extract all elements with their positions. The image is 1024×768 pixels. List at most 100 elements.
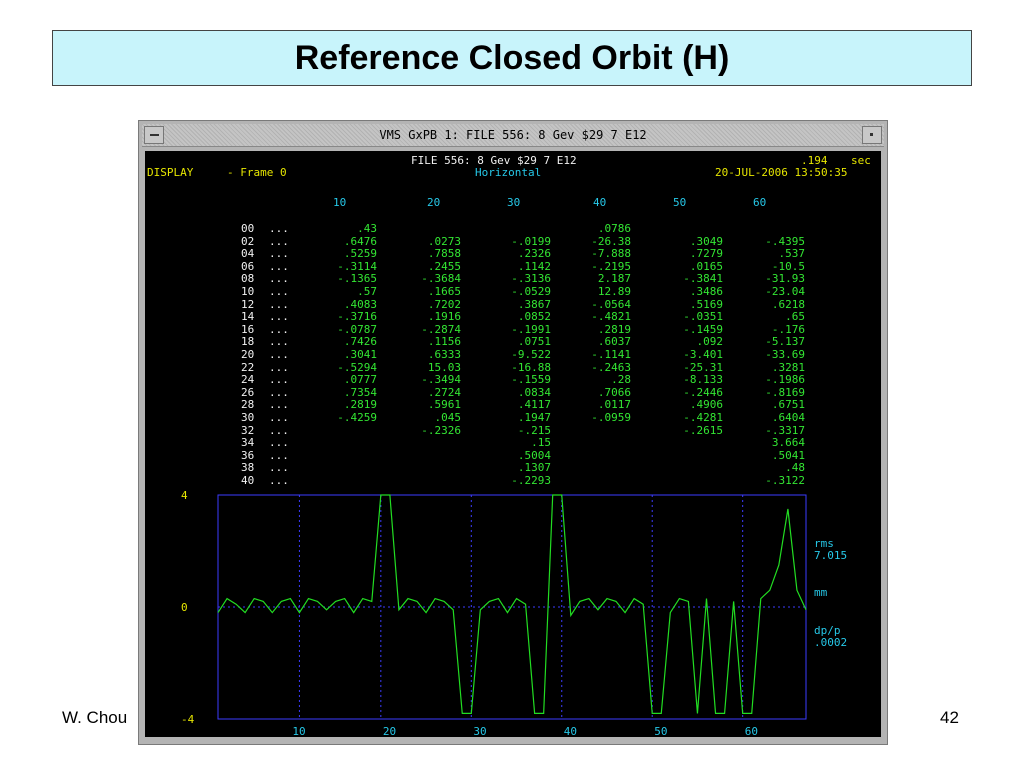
row-index: 20 (241, 348, 255, 361)
x-tick-label: 10 (292, 725, 305, 737)
table-cell: .2819 (343, 398, 377, 412)
table-cell: -.0529 (511, 285, 551, 298)
table-cell: -7.888 (591, 247, 631, 261)
x-tick-label: 50 (654, 725, 667, 737)
table-cell: .28 (611, 373, 631, 387)
row-index: 06 (241, 259, 255, 273)
table-cell: -.3136 (511, 272, 551, 286)
table-cell: .045 (434, 411, 462, 424)
table-cell: .1156 (427, 335, 461, 349)
table-cell: .5169 (689, 297, 723, 311)
table-cell: .4083 (343, 297, 377, 311)
row-dots: ... (269, 398, 289, 412)
window-resize-button[interactable] (862, 126, 882, 144)
orbit-trace (217, 494, 807, 714)
table-cell: .7279 (689, 247, 723, 261)
table-cell: .15 (531, 436, 551, 450)
time-unit: sec (851, 154, 871, 167)
table-cell: -.1141 (591, 348, 631, 361)
row-index: 04 (241, 247, 255, 261)
x-tick-label: 20 (383, 725, 396, 737)
slide-author: W. Chou (62, 708, 128, 727)
row-index: 00 (241, 222, 255, 235)
table-cell: -.3716 (337, 310, 377, 324)
table-cell: .2724 (427, 385, 461, 399)
terminal-screen: FILE 556: 8 Gev $29 7 E12 Horizontal DIS… (145, 151, 881, 737)
table-cell: -5.137 (765, 335, 805, 349)
slide-title: Reference Closed Orbit (H) (294, 38, 730, 77)
table-cell: .0834 (517, 385, 551, 399)
table-cell: -.0787 (337, 322, 377, 336)
table-cell: .3281 (771, 360, 805, 374)
table-cell: .0273 (427, 234, 461, 248)
table-cell: -.0959 (591, 411, 631, 424)
table-cell: -16.88 (511, 360, 551, 374)
row-dots: ... (269, 285, 289, 298)
row-index: 24 (241, 373, 255, 387)
table-cell: .1665 (427, 285, 461, 298)
table-cell: .6037 (597, 335, 631, 349)
table-cell: -26.38 (591, 234, 631, 248)
table-cell: .48 (785, 461, 805, 475)
table-cell: -31.93 (765, 272, 805, 286)
table-cell: .092 (696, 335, 724, 349)
x-tick-label: 40 (564, 725, 577, 737)
table-cell: .7858 (427, 247, 461, 261)
row-index: 02 (241, 234, 255, 248)
table-cell: 2.187 (597, 272, 631, 286)
table-cell: -10.5 (771, 259, 805, 273)
table-cell: .6404 (771, 411, 805, 424)
table-cell: -.3114 (337, 259, 377, 273)
table-cell: .3867 (517, 297, 551, 311)
dp-value: .0002 (814, 636, 847, 649)
table-cell: -9.522 (511, 348, 551, 361)
table-cell: -.2874 (421, 322, 461, 336)
row-index: 28 (241, 398, 255, 412)
table-cell: .7066 (597, 385, 631, 399)
row-dots: ... (269, 297, 289, 311)
table-cell: -.2446 (683, 385, 723, 399)
row-index: 26 (241, 385, 255, 399)
window-titlebar[interactable]: VMS GxPB 1: FILE 556: 8 Gev $29 7 E12 (142, 124, 884, 147)
y-tick-label: -4 (181, 713, 195, 726)
table-cell: .43 (357, 222, 377, 235)
table-cell: -23.04 (765, 285, 805, 298)
row-dots: ... (269, 335, 289, 349)
datetime: 20-JUL-2006 13:50:35 (715, 166, 848, 179)
table-cell: .57 (357, 285, 377, 298)
table-cell: .3049 (689, 234, 723, 248)
table-cell: -.2195 (591, 259, 631, 273)
row-dots: ... (269, 411, 289, 424)
table-col-header: 10 (333, 196, 347, 209)
table-cell: .2455 (427, 259, 461, 273)
row-index: 36 (241, 448, 255, 462)
row-dots: ... (269, 436, 289, 450)
table-cell: .5961 (427, 398, 461, 412)
table-cell: .3041 (343, 348, 377, 361)
table-cell: -.0351 (683, 310, 723, 324)
table-cell: -.2463 (591, 360, 631, 374)
table-cell: -.3317 (765, 423, 805, 437)
table-cell: .7202 (427, 297, 461, 311)
table-col-header: 60 (753, 196, 767, 209)
table-cell: .0117 (597, 398, 631, 412)
x-axis-ticks: 10 20 30 40 50 60 (292, 725, 758, 737)
table-cell: -.4395 (765, 234, 805, 248)
y-axis-ticks: 4 0 -4 (181, 489, 195, 726)
table-cell: .5259 (343, 247, 377, 261)
row-dots: ... (269, 373, 289, 387)
row-index: 12 (241, 297, 255, 311)
row-index: 32 (241, 423, 255, 437)
table-cell: -.0199 (511, 234, 551, 248)
table-cell: 15.03 (427, 360, 461, 374)
table-cell: 12.89 (597, 285, 631, 298)
table-col-header: 40 (593, 196, 607, 209)
table-cell: .1947 (517, 411, 551, 424)
row-dots: ... (269, 310, 289, 324)
window-resize-icon (870, 133, 873, 136)
table-cell: .5041 (771, 448, 805, 462)
table-cell: .6751 (771, 398, 805, 412)
table-cell: .6333 (427, 348, 461, 361)
row-dots: ... (269, 259, 289, 273)
table-cell: -.4259 (337, 411, 377, 424)
